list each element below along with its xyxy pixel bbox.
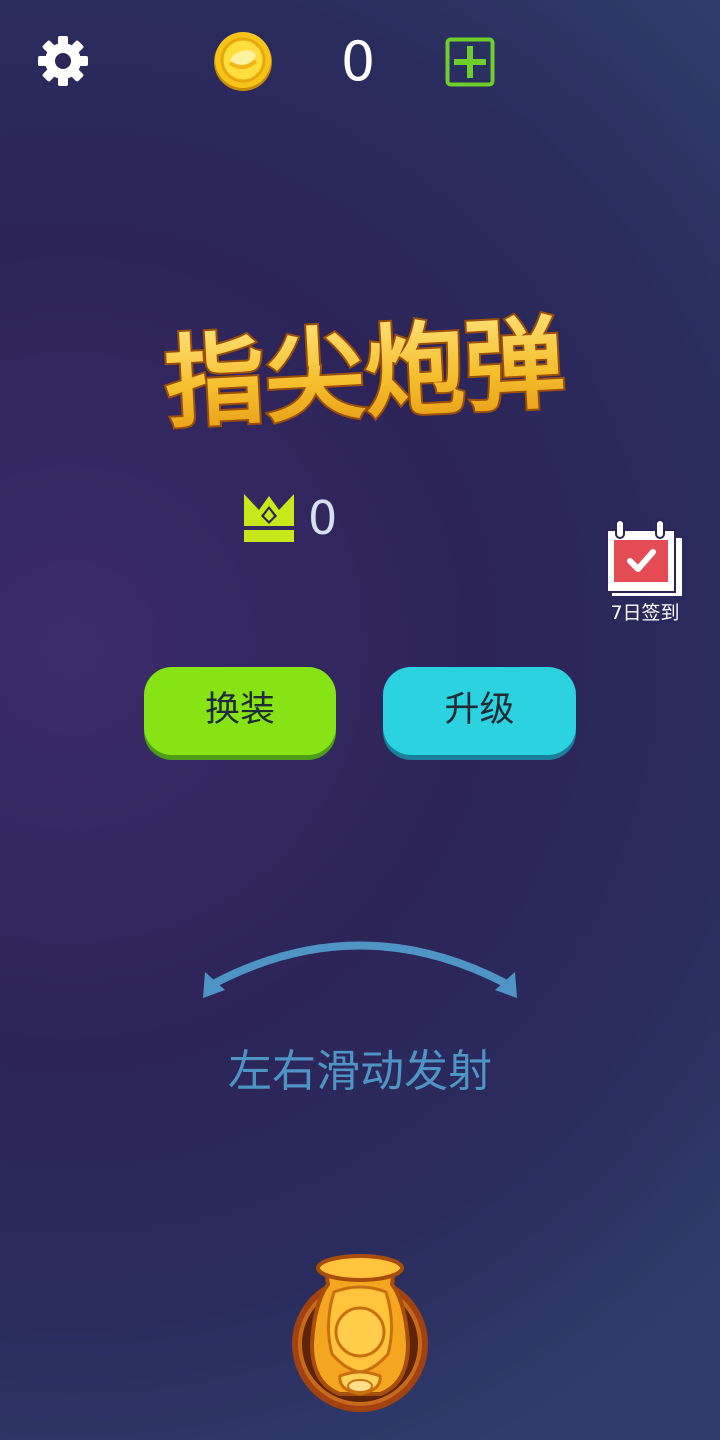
cannon-icon — [292, 1254, 428, 1412]
best-score: 0 — [308, 491, 338, 545]
swipe-hint-text: 左右滑动发射 — [228, 1046, 492, 1097]
gold-coin-icon — [212, 30, 274, 92]
plus-square-icon — [445, 37, 495, 87]
upgrade-button[interactable]: 升级 — [383, 667, 576, 755]
gear-icon — [38, 36, 88, 86]
daily-signin-button[interactable]: 7日签到 — [600, 518, 690, 628]
daily-signin-label: 7日签到 — [610, 602, 680, 624]
add-coins-button[interactable] — [445, 37, 495, 87]
game-logo: 指尖炮弹 — [160, 303, 570, 445]
settings-button[interactable] — [34, 32, 92, 90]
coin-count: 0 — [340, 30, 376, 93]
curved-double-arrow-icon — [203, 941, 517, 998]
cannon[interactable] — [284, 1244, 436, 1420]
calendar-check-icon — [606, 519, 682, 596]
logo-text: 指尖炮弹 — [162, 305, 568, 443]
crown-icon — [242, 492, 296, 544]
skin-button[interactable]: 换装 — [144, 667, 336, 755]
